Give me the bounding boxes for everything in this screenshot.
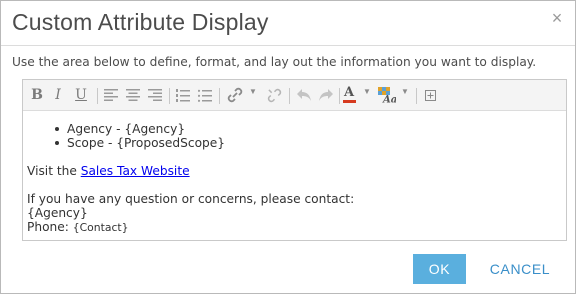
instructions-text: Use the area below to define, format, an… [12, 55, 537, 69]
unordered-list-icon[interactable] [197, 86, 213, 104]
align-center-icon[interactable] [125, 86, 141, 104]
highlight-dropdown-arrow[interactable]: ▼ [401, 87, 409, 96]
toolbar-separator [339, 88, 340, 104]
toolbar-separator [219, 88, 220, 104]
dialog-title: Custom Attribute Display [12, 9, 269, 35]
ordered-list-icon[interactable] [175, 86, 191, 104]
list-item: Scope - {ProposedScope} [53, 136, 557, 150]
text-color-swatch [342, 100, 356, 103]
editor-toolbar: B I U ▼ A ▼ Aa ▼ [23, 80, 566, 111]
rich-text-editor[interactable]: B I U ▼ A ▼ Aa ▼ Agency - {Agency} Scope… [22, 79, 567, 241]
title-divider [1, 45, 575, 46]
field-bullet-list: Agency - {Agency} Scope - {ProposedScope… [53, 122, 557, 150]
phone-label: Phone: [27, 220, 73, 234]
visit-paragraph: Visit the Sales Tax Website [27, 164, 557, 178]
toolbar-separator [289, 88, 290, 104]
list-item: Agency - {Agency} [53, 122, 557, 136]
toolbar-separator [169, 88, 170, 104]
contact-intro-text: If you have any question or concerns, pl… [27, 192, 355, 206]
align-left-icon[interactable] [103, 86, 119, 104]
align-right-icon[interactable] [147, 86, 163, 104]
phone-contact-field: {Contact} [72, 221, 129, 234]
unlink-icon[interactable] [265, 86, 283, 104]
svg-text:Aa: Aa [382, 95, 396, 104]
toolbar-separator [416, 88, 417, 104]
visit-prefix-text: Visit the [27, 164, 81, 178]
custom-attribute-display-dialog: Custom Attribute Display × Use the area … [0, 0, 576, 294]
close-icon[interactable]: × [549, 9, 565, 27]
link-icon[interactable] [225, 86, 245, 104]
editor-content[interactable]: Agency - {Agency} Scope - {ProposedScope… [27, 122, 557, 235]
contact-agency-field: {Agency} [27, 206, 88, 220]
phone-line: Phone: {Contact} [27, 220, 557, 235]
insert-field-icon[interactable] [422, 86, 438, 104]
undo-icon[interactable] [295, 86, 313, 104]
ok-button[interactable]: OK [413, 254, 466, 284]
bold-icon[interactable]: B [29, 86, 45, 104]
cancel-button[interactable]: CANCEL [482, 254, 558, 284]
text-color-icon[interactable]: A [341, 86, 357, 104]
sales-tax-website-link[interactable]: Sales Tax Website [81, 164, 190, 178]
toolbar-separator [97, 88, 98, 104]
redo-icon[interactable] [317, 86, 335, 104]
link-dropdown-arrow[interactable]: ▼ [249, 87, 257, 96]
text-color-dropdown-arrow[interactable]: ▼ [363, 87, 371, 96]
italic-icon[interactable]: I [51, 86, 65, 104]
highlight-color-icon[interactable]: Aa [377, 86, 397, 104]
text-color-glyph: A [343, 85, 355, 100]
underline-icon[interactable]: U [73, 86, 89, 104]
